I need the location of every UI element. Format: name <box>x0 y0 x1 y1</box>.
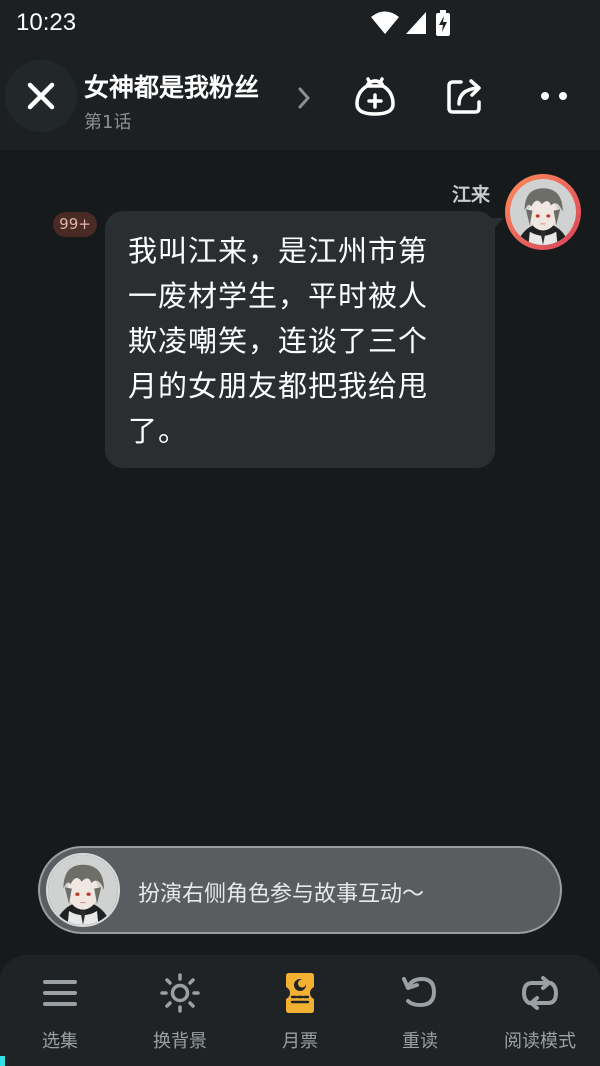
nav-label: 重读 <box>402 1031 438 1052</box>
roleplay-prompt-bar[interactable]: 扮演右侧角色参与故事互动～ <box>38 846 562 934</box>
status-time: 10:23 <box>16 9 77 36</box>
roleplay-avatar <box>46 853 120 927</box>
story-title[interactable]: 女神都是我粉丝 <box>84 68 259 104</box>
roleplay-prompt-text: 扮演右侧角色参与故事互动～ <box>138 882 425 907</box>
gift-bag-icon[interactable] <box>353 74 397 118</box>
reader-header: 女神都是我粉丝 第1话 <box>0 48 600 150</box>
list-icon <box>43 980 77 1006</box>
wifi-icon <box>371 11 399 34</box>
character-avatar-image <box>48 855 118 925</box>
chevron-right-icon[interactable] <box>296 86 312 110</box>
nav-episodes[interactable]: 选集 <box>0 955 120 1066</box>
corner-indicator <box>0 1056 5 1066</box>
speaker-avatar[interactable] <box>505 174 581 250</box>
speaker-name: 江来 <box>451 184 490 206</box>
nav-label: 阅读模式 <box>504 1031 576 1052</box>
status-bar: 10:23 <box>0 0 600 48</box>
loop-icon <box>521 976 559 1010</box>
nav-label: 选集 <box>42 1031 78 1052</box>
bottom-nav: 选集 换背景 月票 重读 阅读模式 <box>0 955 600 1066</box>
nav-label: 月票 <box>282 1031 318 1052</box>
sun-icon <box>160 973 200 1013</box>
close-button[interactable] <box>5 60 77 132</box>
character-avatar-image <box>510 179 576 245</box>
nav-monthly-ticket[interactable]: 月票 <box>240 955 360 1066</box>
close-icon <box>27 82 55 110</box>
nav-reread[interactable]: 重读 <box>360 955 480 1066</box>
episode-label: 第1话 <box>84 112 132 133</box>
comment-count-badge[interactable]: 99+ <box>53 212 97 237</box>
nav-reading-mode[interactable]: 阅读模式 <box>480 955 600 1066</box>
share-icon[interactable] <box>443 74 487 118</box>
cellular-signal-icon <box>406 12 426 34</box>
nav-label: 换背景 <box>153 1031 207 1052</box>
ticket-icon <box>286 973 314 1013</box>
message-bubble[interactable]: 我叫江来，是江州市第 一废材学生，平时被人 欺凌嘲笑，连谈了三个 月的女朋友都把… <box>105 211 495 468</box>
message-text: 我叫江来，是江州市第 一废材学生，平时被人 欺凌嘲笑，连谈了三个 月的女朋友都把… <box>128 234 429 448</box>
more-icon[interactable] <box>533 74 577 118</box>
undo-icon <box>402 976 437 1008</box>
nav-change-background[interactable]: 换背景 <box>120 955 240 1066</box>
battery-charging-icon <box>436 10 450 36</box>
